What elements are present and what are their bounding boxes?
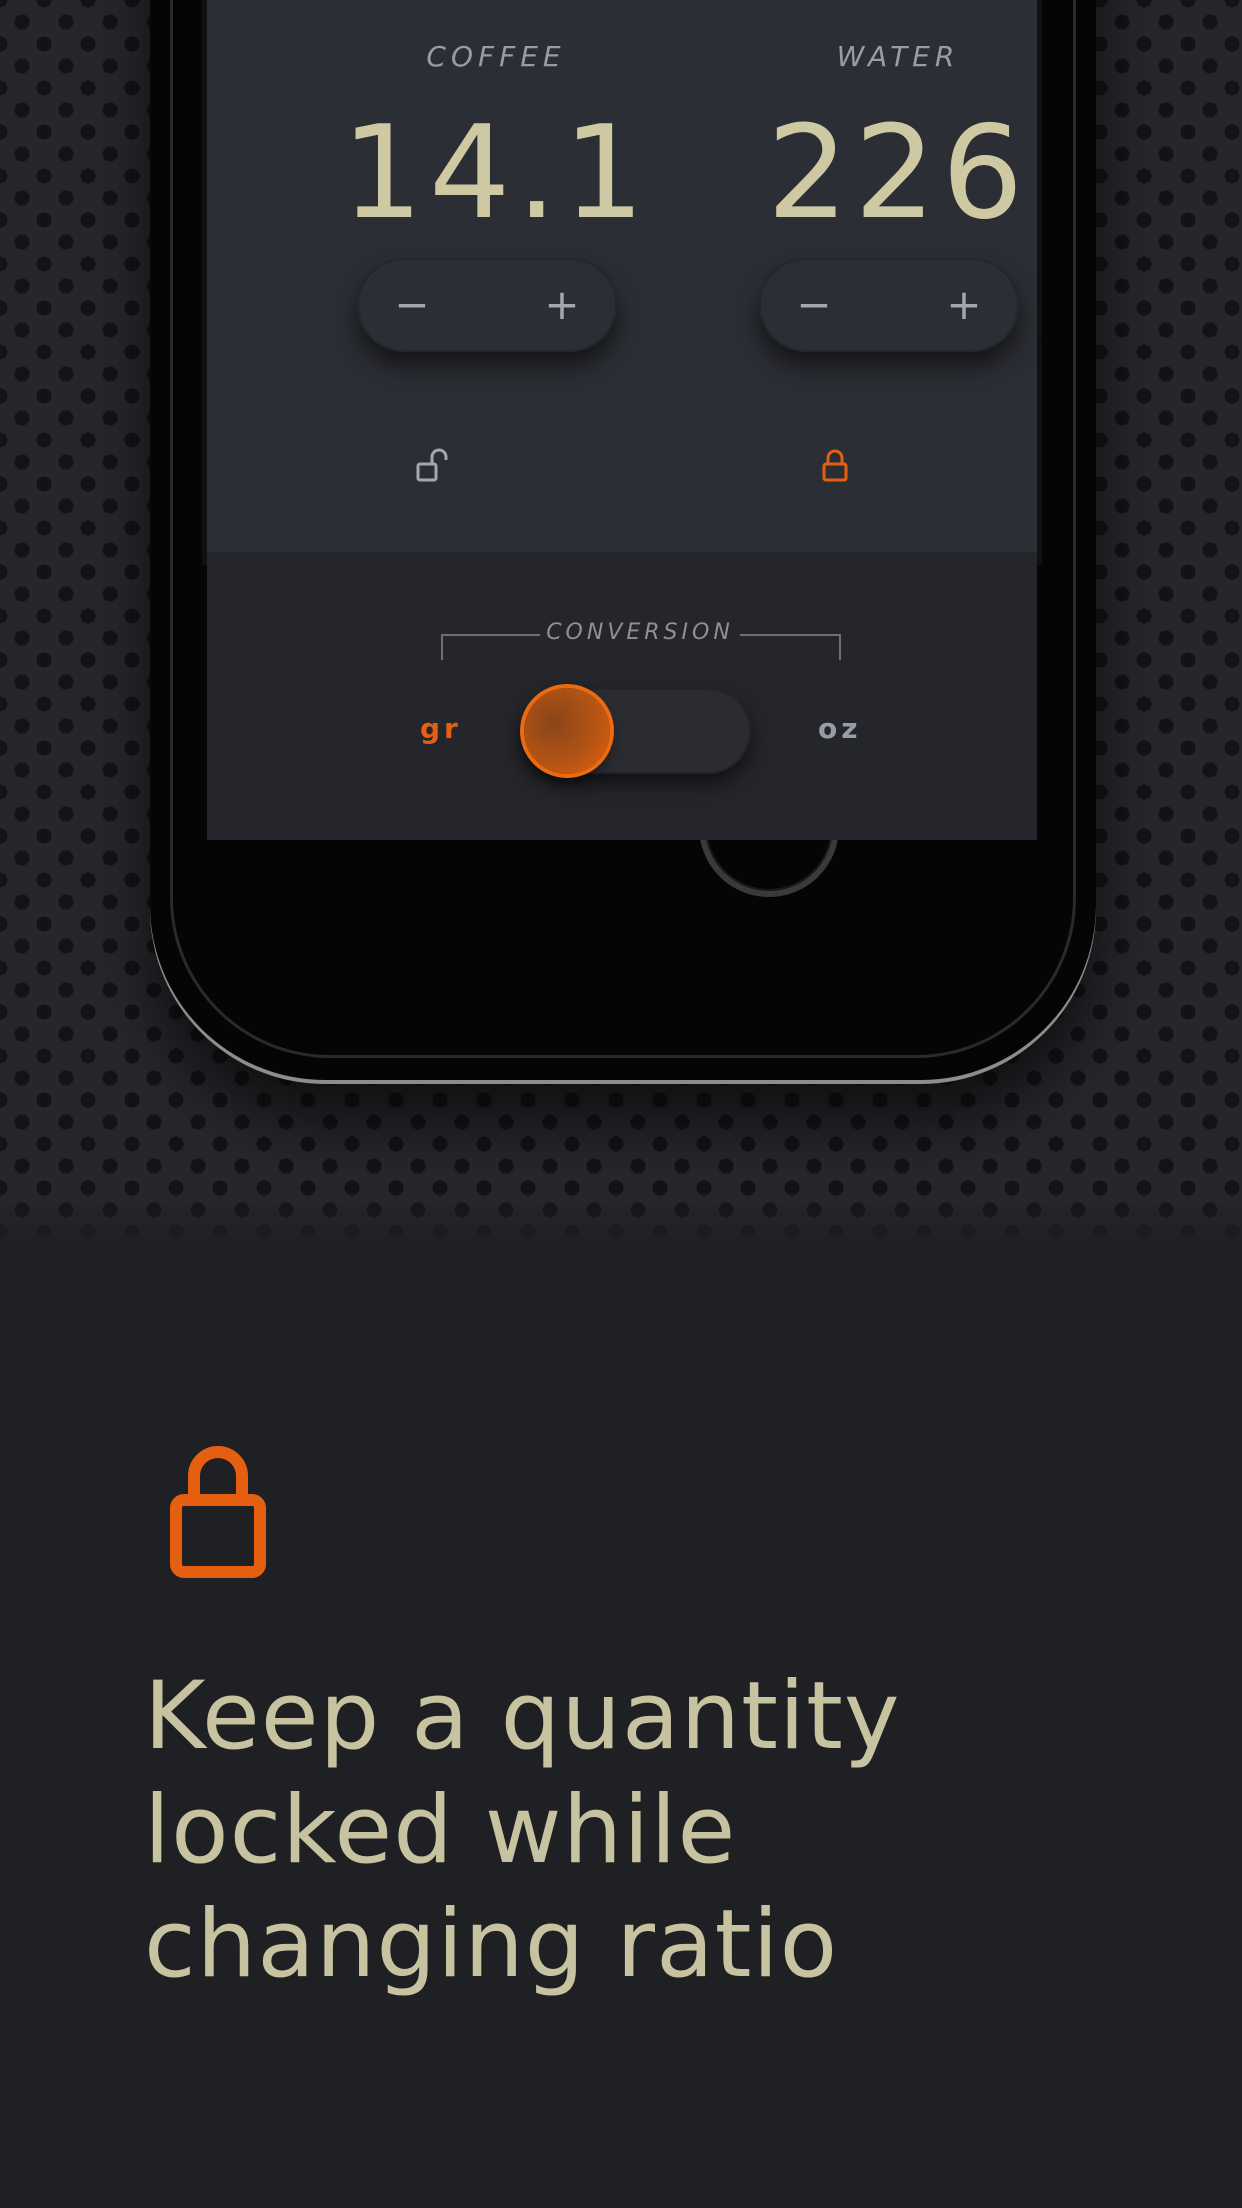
unit-gr-label[interactable]: gr <box>420 712 462 745</box>
coffee-label: COFFEE <box>426 40 566 73</box>
water-decrement-button[interactable]: − <box>759 258 869 352</box>
feature-headline: Keep a quantity locked while changing ra… <box>144 1660 1044 2002</box>
headline-line-3: changing ratio <box>144 1890 839 1999</box>
coffee-decrement-button[interactable]: − <box>357 258 467 352</box>
coffee-value[interactable]: 14.1 <box>306 110 686 238</box>
water-stepper: − + <box>759 258 1019 352</box>
water-increment-button[interactable]: + <box>909 258 1019 352</box>
water-value[interactable]: 226 <box>708 110 1088 238</box>
hero-backdrop: COFFEE 14.1 − + WATER 226 − + CONVERSION… <box>0 0 1242 1250</box>
headline-line-2: locked while <box>144 1776 737 1885</box>
coffee-stepper: − + <box>357 258 617 352</box>
water-label: WATER <box>836 40 960 73</box>
conversion-label: CONVERSION <box>540 620 740 645</box>
headline-line-1: Keep a quantity <box>144 1662 901 1771</box>
unlocked-padlock-icon[interactable] <box>414 446 454 486</box>
toggle-knob[interactable] <box>524 688 610 774</box>
coffee-increment-button[interactable]: + <box>507 258 617 352</box>
locked-padlock-icon[interactable] <box>815 446 855 486</box>
padlock-icon <box>170 1446 266 1578</box>
hero-fade <box>0 1190 1242 1250</box>
ratio-panel: COFFEE 14.1 − + WATER 226 − + <box>207 0 1037 552</box>
unit-toggle[interactable] <box>521 688 751 774</box>
unit-oz-label[interactable]: oz <box>818 712 862 745</box>
